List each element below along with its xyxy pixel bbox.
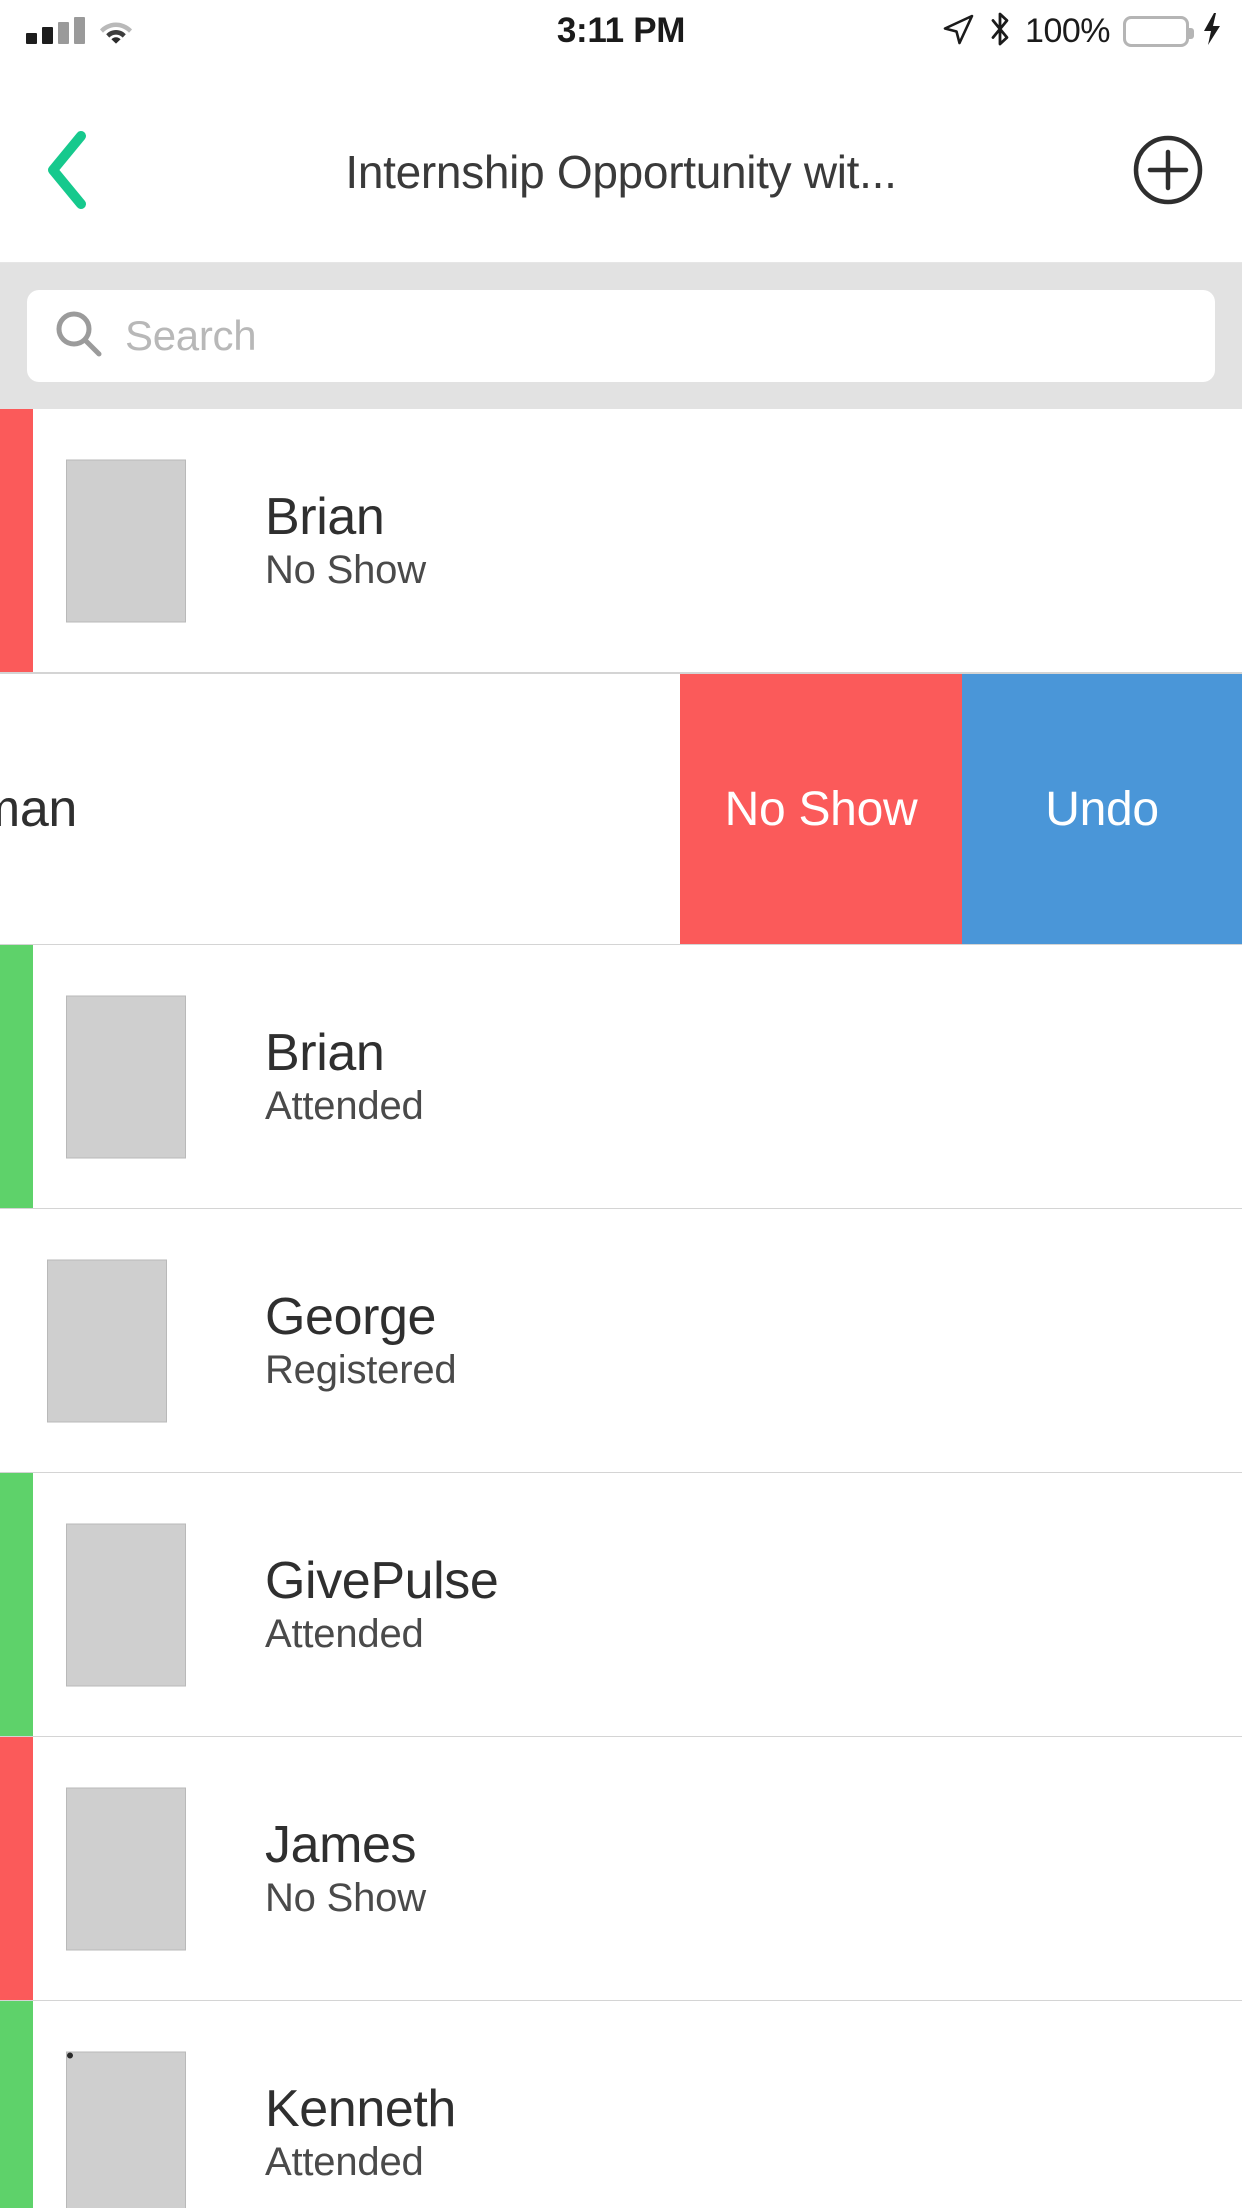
participant-name: rman: [0, 780, 77, 838]
avatar: [47, 1259, 167, 1422]
swipe-action-group: No Show Undo: [680, 674, 1242, 944]
location-arrow-icon: [941, 12, 975, 51]
participant-status: Registered: [265, 1347, 457, 1392]
lightning-bolt-icon: [1202, 12, 1222, 51]
status-stripe-attended: [0, 945, 33, 1208]
search-input[interactable]: [125, 312, 1189, 360]
participant-status: Attended: [265, 1611, 424, 1656]
participant-name: Brian: [265, 1023, 385, 1082]
list-item[interactable]: Brian No Show: [0, 409, 1242, 673]
list-item-text: James No Show: [265, 1815, 426, 1921]
list-item[interactable]: Kenneth Attended: [0, 2001, 1242, 2208]
search-icon: [53, 308, 105, 365]
status-bar-right: 100%: [941, 0, 1222, 62]
participant-list: Brian No Show rman No Show Undo Brian At…: [0, 409, 1242, 2208]
status-stripe-attended: [0, 2001, 33, 2208]
participant-name: George: [265, 1287, 437, 1346]
participant-name: James: [265, 1815, 417, 1874]
chevron-left-icon: [39, 130, 93, 215]
swipe-action-undo[interactable]: Undo: [962, 674, 1242, 944]
list-item-text: Brian Attended: [265, 1023, 424, 1129]
search-box[interactable]: [27, 290, 1215, 382]
phone-screen: 3:11 PM 100% Internship Opportunity wit.…: [0, 0, 1242, 2208]
participant-status: Attended: [265, 1083, 424, 1128]
list-item-text: GivePulse Attended: [265, 1551, 499, 1657]
back-button[interactable]: [18, 124, 114, 220]
list-item-text: Kenneth Attended: [265, 2079, 456, 2185]
status-stripe-attended: [0, 1473, 33, 1736]
avatar: [66, 459, 186, 622]
plus-circle-icon: [1132, 134, 1204, 211]
avatar: [66, 995, 186, 1158]
search-bar-container: [0, 263, 1242, 409]
participant-name: Kenneth: [265, 2079, 456, 2138]
status-stripe-no-show: [0, 409, 33, 672]
list-item[interactable]: GivePulse Attended: [0, 1473, 1242, 1737]
list-item[interactable]: James No Show: [0, 1737, 1242, 2001]
avatar: [66, 2051, 186, 2208]
page-title: Internship Opportunity wit...: [345, 146, 897, 198]
participant-status: No Show: [265, 1875, 426, 1920]
list-item[interactable]: George Registered: [0, 1209, 1242, 1473]
list-item-text: Brian No Show: [265, 487, 426, 593]
participant-status: Attended: [265, 2139, 424, 2184]
participant-status: No Show: [265, 547, 426, 592]
participant-name: Brian: [265, 487, 385, 546]
status-stripe-no-show: [0, 1737, 33, 2000]
bluetooth-icon: [988, 11, 1012, 52]
swipe-action-no-show[interactable]: No Show: [680, 674, 962, 944]
battery-percent-label: 100%: [1025, 11, 1110, 50]
navigation-bar: Internship Opportunity wit...: [0, 62, 1242, 263]
list-item-swiped[interactable]: rman No Show Undo: [0, 673, 1242, 945]
battery-full-icon: [1123, 15, 1194, 47]
add-button[interactable]: [1120, 124, 1216, 220]
participant-name: GivePulse: [265, 1551, 499, 1610]
avatar: [66, 1523, 186, 1686]
avatar: [66, 1787, 186, 1950]
list-item-text: George Registered: [265, 1287, 457, 1393]
status-bar: 3:11 PM 100%: [0, 0, 1242, 62]
list-item[interactable]: Brian Attended: [0, 945, 1242, 1209]
